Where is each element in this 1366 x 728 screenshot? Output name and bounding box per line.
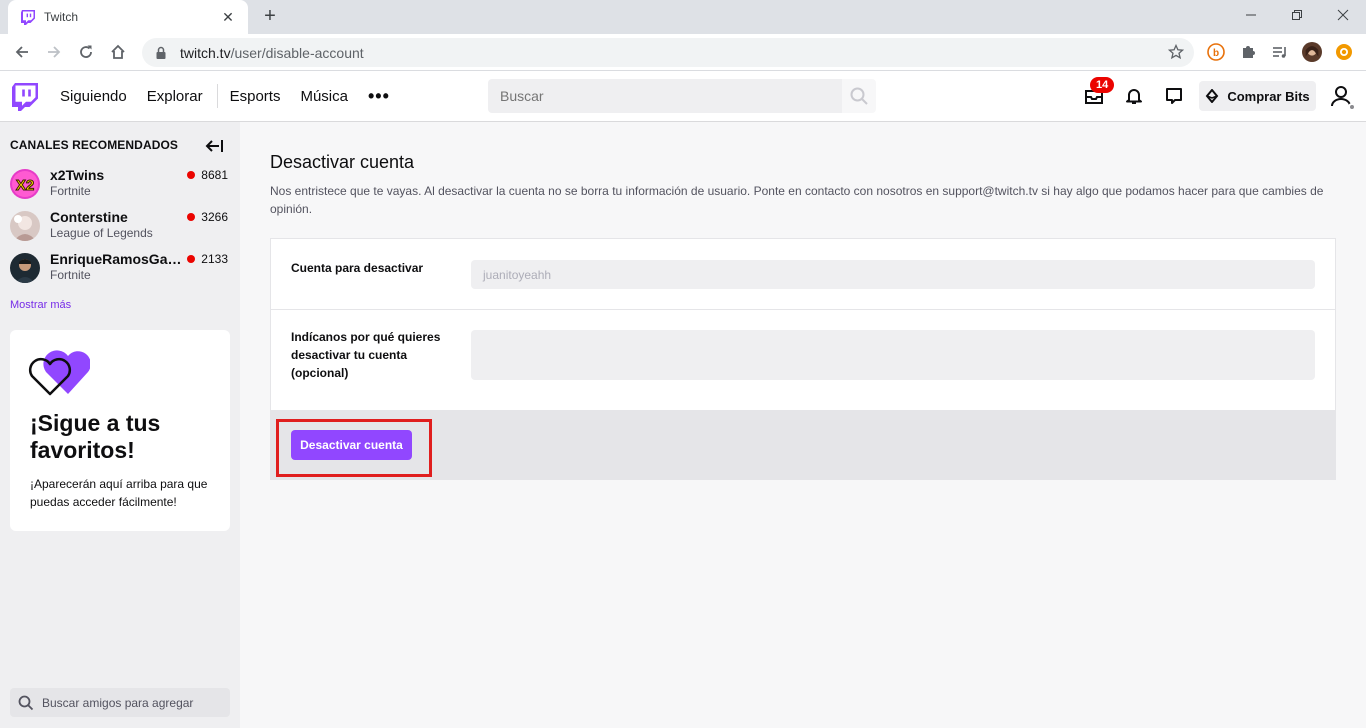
- hearts-icon: [28, 346, 91, 398]
- notifications-bell-icon[interactable]: [1123, 85, 1145, 107]
- search-box: [488, 79, 876, 113]
- channel-name: Conterstine: [50, 209, 128, 225]
- search-input[interactable]: [488, 79, 842, 113]
- nav-explorar[interactable]: Explorar: [147, 88, 203, 105]
- address-bar[interactable]: twitch.tv/user/disable-account: [142, 38, 1194, 67]
- promo-text: ¡Aparecerán aquí arriba para que puedas …: [30, 477, 208, 509]
- nav-separator: [216, 84, 218, 108]
- forward-icon[interactable]: [42, 40, 66, 64]
- url-host: twitch.tv: [180, 44, 231, 61]
- url-path: /user/disable-account: [230, 44, 364, 61]
- reload-icon[interactable]: [74, 40, 98, 64]
- back-icon[interactable]: [10, 40, 34, 64]
- extensions-puzzle-icon[interactable]: [1238, 42, 1258, 62]
- live-viewer-count: 3266: [187, 210, 228, 224]
- channel-avatar: [10, 253, 40, 283]
- more-options-icon[interactable]: •••: [368, 86, 390, 107]
- svg-text:b: b: [1213, 48, 1219, 59]
- page-description: Nos entristece que te vayas. Al desactiv…: [270, 184, 1324, 216]
- friends-search-input[interactable]: Buscar amigos para agregar: [10, 688, 230, 717]
- live-indicator-icon: [187, 171, 196, 179]
- live-viewer-count: 2133: [187, 252, 228, 266]
- browser-toolbar: twitch.tv/user/disable-account b: [0, 34, 1366, 71]
- minimize-icon[interactable]: [1228, 0, 1274, 30]
- channel-game: League of Legends: [50, 226, 153, 240]
- reason-textarea[interactable]: [471, 330, 1315, 380]
- svg-text:X2: X2: [16, 177, 34, 194]
- sidebar: CANALES RECOMENDADOS X2 x2Twins Fortnite…: [0, 122, 240, 728]
- follow-promo-card: ¡Sigue a tus favoritos! ¡Aparecerán aquí…: [10, 330, 230, 531]
- channel-avatar: X2: [10, 169, 40, 199]
- close-tab-icon[interactable]: ✕: [220, 9, 236, 26]
- browser-tab[interactable]: Twitch ✕: [8, 0, 248, 34]
- twitch-favicon-icon: [20, 9, 36, 25]
- account-row: Cuenta para desactivar juanitoyeahh: [271, 239, 1335, 310]
- bookmark-star-icon[interactable]: [1167, 43, 1185, 60]
- disable-account-button[interactable]: Desactivar cuenta: [291, 430, 412, 460]
- presence-status-indicator: [1348, 103, 1356, 111]
- nav-musica[interactable]: Música: [300, 88, 348, 105]
- sidebar-header: CANALES RECOMENDADOS: [10, 138, 179, 152]
- show-more-link[interactable]: Mostrar más: [10, 299, 71, 311]
- reason-row: Indícanos por qué quieres desactivar tu …: [271, 310, 1335, 410]
- channel-avatar: [10, 211, 40, 241]
- sidebar-channel-conterstine[interactable]: Conterstine League of Legends 3266: [10, 206, 232, 246]
- nav-esports[interactable]: Esports: [230, 88, 281, 105]
- disable-account-form: Cuenta para desactivar juanitoyeahh Indí…: [270, 238, 1336, 480]
- twitch-topnav: Siguiendo Explorar Esports Música ••• Co…: [0, 71, 1366, 122]
- media-control-icon[interactable]: [1270, 42, 1290, 62]
- friends-search-placeholder: Buscar amigos para agregar: [42, 695, 194, 710]
- collapse-sidebar-icon[interactable]: [205, 137, 225, 155]
- bits-gem-icon: [1206, 89, 1219, 103]
- extension-coin-icon[interactable]: [1334, 42, 1354, 62]
- search-icon[interactable]: [842, 79, 876, 113]
- live-indicator-icon: [187, 213, 196, 221]
- form-footer: Desactivar cuenta: [271, 410, 1335, 480]
- channel-game: Fortnite: [50, 268, 91, 282]
- search-icon: [18, 695, 34, 710]
- live-viewer-count: 8681: [187, 168, 228, 182]
- restore-icon[interactable]: [1274, 0, 1320, 30]
- primary-nav: Siguiendo Explorar Esports Música •••: [60, 71, 390, 121]
- inbox-count-badge: 14: [1090, 77, 1115, 93]
- lock-icon[interactable]: [154, 46, 168, 60]
- buy-bits-label: Comprar Bits: [1227, 88, 1310, 104]
- viewer-count: 8681: [201, 168, 228, 182]
- account-label: Cuenta para desactivar: [291, 261, 424, 275]
- new-tab-button[interactable]: +: [258, 5, 282, 29]
- live-indicator-icon: [187, 255, 196, 263]
- main-content: Desactivar cuenta Nos entristece que te …: [240, 122, 1366, 728]
- page-title: Desactivar cuenta: [270, 152, 415, 172]
- channel-game: Fortnite: [50, 184, 91, 198]
- promo-title: ¡Sigue a tus favoritos!: [30, 410, 161, 463]
- profile-avatar-icon[interactable]: [1302, 42, 1322, 62]
- close-window-icon[interactable]: [1320, 0, 1366, 30]
- home-icon[interactable]: [106, 40, 130, 64]
- sidebar-channel-x2twins[interactable]: X2 x2Twins Fortnite 8681: [10, 164, 232, 204]
- reason-label: Indícanos por qué quieres desactivar tu …: [291, 330, 441, 380]
- account-field[interactable]: juanitoyeahh: [471, 260, 1315, 289]
- channel-name: x2Twins: [50, 167, 105, 183]
- browser-tabstrip: Twitch ✕ +: [0, 0, 1366, 34]
- viewer-count: 3266: [201, 210, 228, 224]
- extension-b-icon[interactable]: b: [1206, 42, 1226, 62]
- buy-bits-button[interactable]: Comprar Bits: [1199, 81, 1316, 111]
- twitch-logo-icon[interactable]: [12, 83, 38, 111]
- viewer-count: 2133: [201, 252, 228, 266]
- sidebar-channel-enriqueramosgam[interactable]: EnriqueRamosGam... Fortnite 2133: [10, 248, 232, 288]
- tab-title: Twitch: [44, 10, 79, 24]
- whispers-chat-icon[interactable]: [1163, 85, 1185, 107]
- channel-name: EnriqueRamosGam...: [50, 251, 188, 267]
- nav-siguiendo[interactable]: Siguiendo: [60, 88, 127, 105]
